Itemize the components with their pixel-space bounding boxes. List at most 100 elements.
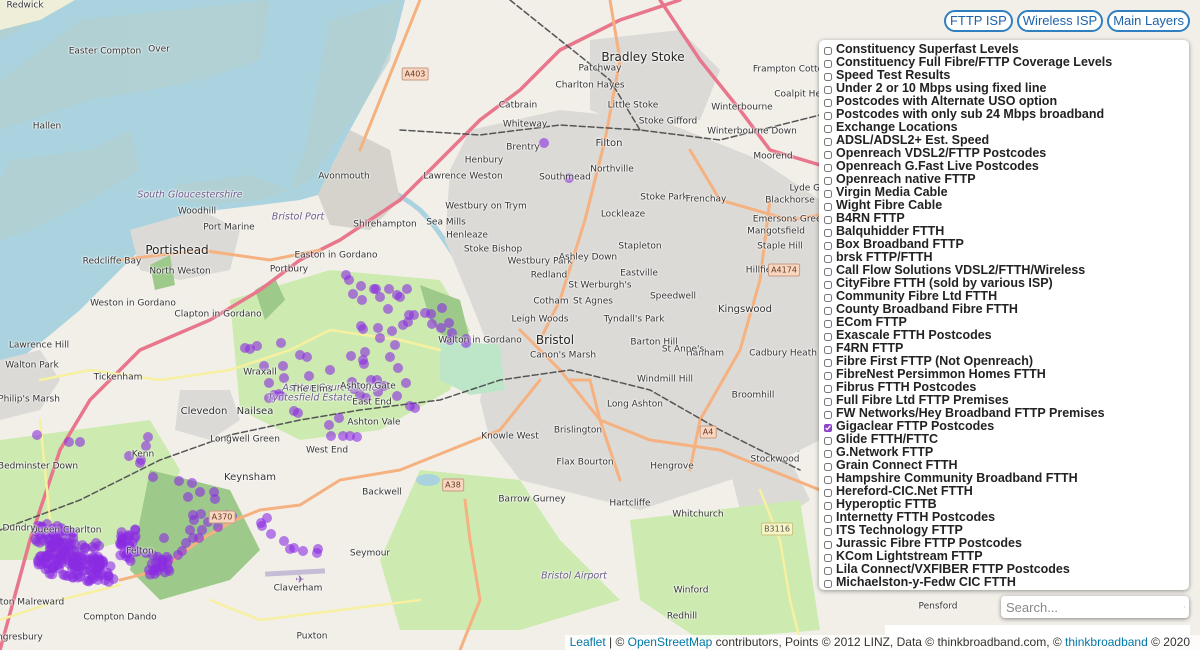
layer-checkbox[interactable]: [824, 476, 832, 484]
gigaclear-postcode-marker[interactable]: [390, 340, 400, 350]
gigaclear-postcode-marker[interactable]: [264, 378, 274, 388]
gigaclear-postcode-marker[interactable]: [302, 352, 312, 362]
layer-checkbox[interactable]: [824, 164, 832, 172]
gigaclear-postcode-marker[interactable]: [324, 420, 334, 430]
gigaclear-postcode-marker[interactable]: [387, 326, 397, 336]
main-layers-button[interactable]: Main Layers: [1107, 10, 1190, 32]
layer-checkbox[interactable]: [824, 450, 832, 458]
gigaclear-postcode-marker[interactable]: [358, 355, 368, 365]
layer-checkbox[interactable]: [824, 47, 832, 55]
gigaclear-postcode-marker[interactable]: [375, 333, 385, 343]
layer-checkbox[interactable]: [824, 385, 832, 393]
gigaclear-postcode-marker[interactable]: [437, 303, 447, 313]
search-input[interactable]: [1001, 596, 1184, 618]
gigaclear-postcode-marker[interactable]: [426, 309, 436, 319]
layer-checkbox[interactable]: [824, 320, 832, 328]
gigaclear-postcode-marker[interactable]: [93, 556, 104, 567]
wireless-isp-button[interactable]: Wireless ISP: [1016, 10, 1104, 32]
gigaclear-postcode-marker[interactable]: [257, 521, 267, 531]
gigaclear-postcode-marker[interactable]: [356, 281, 366, 291]
gigaclear-postcode-marker[interactable]: [383, 304, 393, 314]
gigaclear-postcode-marker[interactable]: [183, 492, 193, 502]
gigaclear-postcode-marker[interactable]: [266, 529, 276, 539]
fttp-isp-button[interactable]: FTTP ISP: [943, 10, 1013, 32]
gigaclear-postcode-marker[interactable]: [81, 575, 92, 586]
layer-checkbox[interactable]: [824, 528, 832, 536]
gigaclear-postcode-marker[interactable]: [348, 289, 358, 299]
gigaclear-postcode-marker[interactable]: [45, 544, 56, 555]
layer-checkbox[interactable]: [824, 307, 832, 315]
gigaclear-postcode-marker[interactable]: [401, 378, 411, 388]
layer-checkbox[interactable]: [824, 203, 832, 211]
gigaclear-postcode-marker[interactable]: [393, 363, 403, 373]
gigaclear-postcode-marker[interactable]: [75, 437, 85, 447]
layer-checkbox[interactable]: [824, 424, 832, 432]
layer-checkbox[interactable]: [824, 99, 832, 107]
layer-checkbox[interactable]: [824, 177, 832, 185]
layer-checkbox[interactable]: [824, 151, 832, 159]
gigaclear-postcode-marker[interactable]: [143, 432, 153, 442]
layer-checkbox[interactable]: [824, 190, 832, 198]
gigaclear-postcode-marker[interactable]: [32, 430, 42, 440]
gigaclear-postcode-marker[interactable]: [187, 478, 197, 488]
gigaclear-postcode-marker[interactable]: [213, 522, 223, 532]
gigaclear-postcode-marker[interactable]: [189, 515, 199, 525]
layer-checkbox[interactable]: [824, 463, 832, 471]
gigaclear-postcode-marker[interactable]: [148, 472, 158, 482]
gigaclear-postcode-marker[interactable]: [293, 408, 303, 418]
gigaclear-postcode-marker[interactable]: [289, 543, 299, 553]
openstreetmap-link[interactable]: OpenStreetMap: [628, 635, 713, 649]
gigaclear-postcode-marker[interactable]: [312, 548, 322, 558]
layer-checkbox[interactable]: [824, 502, 832, 510]
gigaclear-postcode-marker[interactable]: [398, 320, 408, 330]
gigaclear-postcode-marker[interactable]: [325, 365, 335, 375]
layer-checkbox[interactable]: [824, 372, 832, 380]
gigaclear-postcode-marker[interactable]: [149, 564, 160, 575]
gigaclear-postcode-marker[interactable]: [375, 292, 385, 302]
layer-checkbox[interactable]: [824, 515, 832, 523]
gigaclear-postcode-marker[interactable]: [539, 138, 549, 148]
layer-checkbox[interactable]: [824, 554, 832, 562]
layer-checkbox[interactable]: [824, 281, 832, 289]
gigaclear-postcode-marker[interactable]: [276, 338, 286, 348]
layer-checkbox[interactable]: [824, 333, 832, 341]
gigaclear-postcode-marker[interactable]: [115, 539, 126, 550]
gigaclear-postcode-marker[interactable]: [384, 284, 394, 294]
gigaclear-postcode-marker[interactable]: [395, 292, 405, 302]
layer-checkbox[interactable]: [824, 73, 832, 81]
layer-checkbox[interactable]: [824, 268, 832, 276]
gigaclear-postcode-marker[interactable]: [64, 437, 74, 447]
gigaclear-postcode-marker[interactable]: [410, 403, 420, 413]
layer-checkbox[interactable]: [824, 580, 832, 588]
search-icon[interactable]: [1184, 598, 1185, 616]
gigaclear-postcode-marker[interactable]: [60, 549, 71, 560]
gigaclear-postcode-marker[interactable]: [129, 533, 140, 544]
layer-checkbox[interactable]: [824, 567, 832, 575]
gigaclear-postcode-marker[interactable]: [56, 558, 67, 569]
gigaclear-postcode-marker[interactable]: [279, 536, 289, 546]
layer-checkbox[interactable]: [824, 255, 832, 263]
layer-checkbox[interactable]: [824, 541, 832, 549]
gigaclear-postcode-marker[interactable]: [161, 551, 172, 562]
layer-checkbox[interactable]: [824, 489, 832, 497]
layer-checkbox[interactable]: [824, 86, 832, 94]
layer-checkbox[interactable]: [824, 60, 832, 68]
gigaclear-postcode-marker[interactable]: [185, 525, 195, 535]
gigaclear-postcode-marker[interactable]: [358, 324, 368, 334]
gigaclear-postcode-marker[interactable]: [352, 432, 362, 442]
layer-checkbox[interactable]: [824, 138, 832, 146]
layer-checkbox[interactable]: [824, 125, 832, 133]
layer-checkbox[interactable]: [824, 216, 832, 224]
layer-checkbox[interactable]: [824, 437, 832, 445]
gigaclear-postcode-marker[interactable]: [385, 352, 395, 362]
layer-control-panel[interactable]: Constituency Superfast Levels Constituenc…: [819, 40, 1189, 590]
layer-checkbox[interactable]: [824, 346, 832, 354]
gigaclear-postcode-marker[interactable]: [444, 318, 454, 328]
gigaclear-postcode-marker[interactable]: [47, 562, 58, 573]
gigaclear-postcode-marker[interactable]: [369, 284, 379, 294]
gigaclear-postcode-marker[interactable]: [135, 458, 145, 468]
gigaclear-postcode-marker[interactable]: [130, 525, 141, 536]
gigaclear-postcode-marker[interactable]: [427, 319, 437, 329]
layer-item[interactable]: Michaelston-y-Fedw CIC FTTH: [823, 576, 1189, 589]
layer-checkbox[interactable]: [824, 294, 832, 302]
